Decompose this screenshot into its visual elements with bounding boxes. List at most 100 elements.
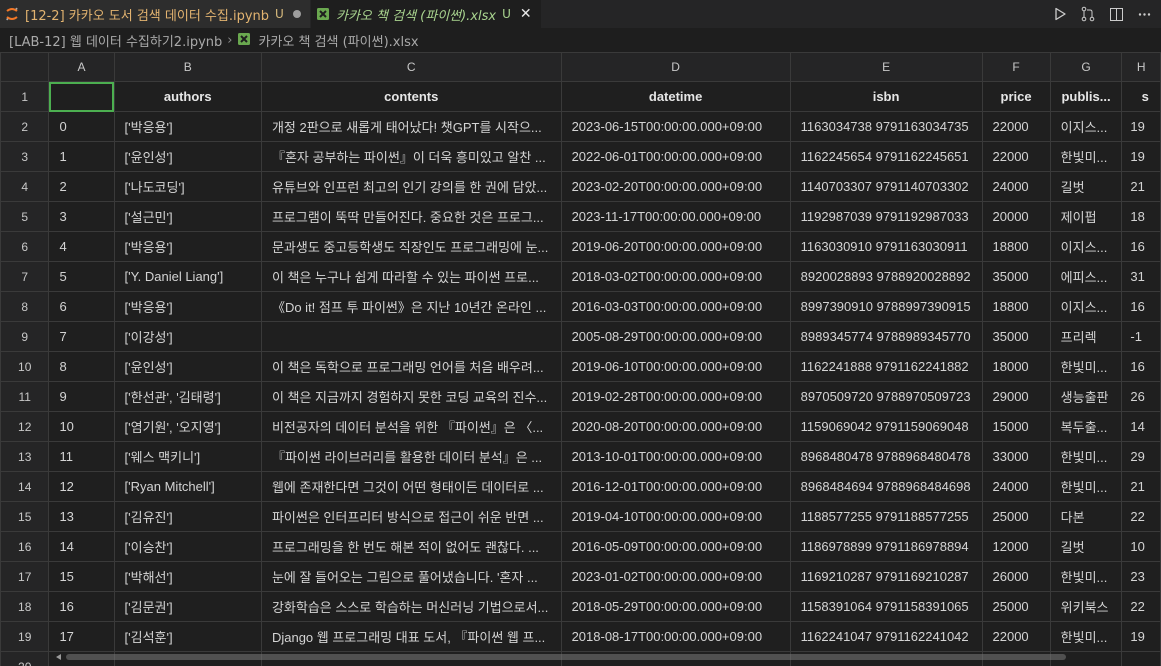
publisher-cell[interactable]: 에피스... bbox=[1049, 261, 1123, 292]
authors-cell[interactable]: ['이강성'] bbox=[113, 321, 262, 352]
authors-cell[interactable]: ['김유진'] bbox=[113, 501, 262, 532]
price-cell[interactable]: 22000 bbox=[981, 111, 1051, 142]
index-cell[interactable]: 3 bbox=[48, 201, 115, 232]
row-number[interactable]: 2 bbox=[0, 111, 50, 142]
sale-price-cell[interactable]: 18 bbox=[1121, 201, 1161, 232]
datetime-cell[interactable]: 2019-06-10T00:00:00.000+09:00 bbox=[560, 351, 791, 382]
contents-cell[interactable]: 문과생도 중고등학생도 직장인도 프로그래밍에 눈... bbox=[260, 231, 562, 262]
isbn-cell[interactable]: 8920028893 9788920028892 bbox=[789, 261, 983, 292]
contents-cell[interactable]: 강화학습은 스스로 학습하는 머신러닝 기법으로서... bbox=[260, 591, 562, 622]
datetime-cell[interactable]: 2005-08-29T00:00:00.000+09:00 bbox=[560, 321, 791, 352]
publisher-cell[interactable]: 생능출판 bbox=[1049, 381, 1123, 412]
compare-changes-icon[interactable] bbox=[1077, 3, 1099, 25]
index-cell[interactable]: 2 bbox=[48, 171, 115, 202]
row-number[interactable]: 3 bbox=[0, 141, 50, 172]
row-number[interactable]: 1 bbox=[0, 81, 50, 112]
authors-cell[interactable]: ['나도코딩'] bbox=[113, 171, 262, 202]
row-number[interactable]: 14 bbox=[0, 471, 50, 502]
isbn-cell[interactable]: 1169210287 9791169210287 bbox=[789, 561, 983, 592]
datetime-cell[interactable]: 2013-10-01T00:00:00.000+09:00 bbox=[560, 441, 791, 472]
spreadsheet-view[interactable]: A B C D E F G H 1 authors contents datet… bbox=[0, 52, 1161, 666]
publisher-cell[interactable]: 한빛미... bbox=[1049, 441, 1123, 472]
scrollbar-thumb[interactable] bbox=[66, 654, 1066, 660]
authors-cell[interactable]: ['김문권'] bbox=[113, 591, 262, 622]
authors-cell[interactable]: ['박응용'] bbox=[113, 291, 262, 322]
sale-price-cell[interactable]: 19 bbox=[1121, 111, 1161, 142]
publisher-cell[interactable]: 제이펍 bbox=[1049, 201, 1123, 232]
index-cell[interactable]: 0 bbox=[48, 111, 115, 142]
isbn-cell[interactable]: 8968480478 9788968480478 bbox=[789, 441, 983, 472]
row-number[interactable]: 20 bbox=[0, 651, 50, 666]
column-letter[interactable]: F bbox=[981, 52, 1051, 82]
index-cell[interactable]: 8 bbox=[48, 351, 115, 382]
datetime-cell[interactable]: 2019-04-10T00:00:00.000+09:00 bbox=[560, 501, 791, 532]
index-cell[interactable]: 10 bbox=[48, 411, 115, 442]
header-cell[interactable]: s bbox=[1121, 81, 1161, 112]
row-number[interactable]: 17 bbox=[0, 561, 50, 592]
publisher-cell[interactable]: 이지스... bbox=[1049, 231, 1123, 262]
sale-price-cell[interactable]: 16 bbox=[1121, 351, 1161, 382]
split-editor-icon[interactable] bbox=[1105, 3, 1127, 25]
authors-cell[interactable]: ['김석훈'] bbox=[113, 621, 262, 652]
column-letter[interactable]: C bbox=[260, 52, 562, 82]
row-number[interactable]: 5 bbox=[0, 201, 50, 232]
index-cell[interactable]: 16 bbox=[48, 591, 115, 622]
isbn-cell[interactable]: 1162241888 9791162241882 bbox=[789, 351, 983, 382]
index-cell[interactable]: 17 bbox=[48, 621, 115, 652]
price-cell[interactable]: 24000 bbox=[981, 471, 1051, 502]
price-cell[interactable]: 25000 bbox=[981, 591, 1051, 622]
row-number[interactable]: 18 bbox=[0, 591, 50, 622]
contents-cell[interactable]: 웹에 존재한다면 그것이 어떤 형태이든 데이터로 ... bbox=[260, 471, 562, 502]
row-number[interactable]: 12 bbox=[0, 411, 50, 442]
index-cell[interactable]: 1 bbox=[48, 141, 115, 172]
datetime-cell[interactable]: 2019-06-20T00:00:00.000+09:00 bbox=[560, 231, 791, 262]
isbn-cell[interactable]: 1162245654 9791162245651 bbox=[789, 141, 983, 172]
sale-price-cell[interactable]: 29 bbox=[1121, 441, 1161, 472]
datetime-cell[interactable]: 2018-03-02T00:00:00.000+09:00 bbox=[560, 261, 791, 292]
price-cell[interactable]: 22000 bbox=[981, 621, 1051, 652]
index-cell[interactable]: 9 bbox=[48, 381, 115, 412]
header-cell[interactable]: contents bbox=[260, 81, 562, 112]
publisher-cell[interactable]: 프리렉 bbox=[1049, 321, 1123, 352]
isbn-cell[interactable]: 8970509720 9788970509723 bbox=[789, 381, 983, 412]
row-number[interactable]: 19 bbox=[0, 621, 50, 652]
authors-cell[interactable]: ['웨스 맥키니'] bbox=[113, 441, 262, 472]
tab-excel[interactable]: 카카오 책 검색 (파이썬).xlsx U ✕ bbox=[311, 0, 541, 28]
index-cell[interactable]: 14 bbox=[48, 531, 115, 562]
row-number[interactable]: 16 bbox=[0, 531, 50, 562]
datetime-cell[interactable]: 2016-12-01T00:00:00.000+09:00 bbox=[560, 471, 791, 502]
publisher-cell[interactable]: 복두출... bbox=[1049, 411, 1123, 442]
isbn-cell[interactable]: 1162241047 9791162241042 bbox=[789, 621, 983, 652]
authors-cell[interactable]: ['박해선'] bbox=[113, 561, 262, 592]
isbn-cell[interactable]: 1188577255 9791188577255 bbox=[789, 501, 983, 532]
sale-price-cell[interactable]: 10 bbox=[1121, 531, 1161, 562]
publisher-cell[interactable]: 다본 bbox=[1049, 501, 1123, 532]
publisher-cell[interactable]: 길벗 bbox=[1049, 171, 1123, 202]
sale-price-cell[interactable]: 19 bbox=[1121, 621, 1161, 652]
scroll-left-arrow-icon[interactable] bbox=[56, 654, 61, 660]
row-number[interactable]: 9 bbox=[0, 321, 50, 352]
isbn-cell[interactable]: 1192987039 9791192987033 bbox=[789, 201, 983, 232]
row-number[interactable]: 13 bbox=[0, 441, 50, 472]
run-icon[interactable] bbox=[1049, 3, 1071, 25]
header-cell[interactable]: datetime bbox=[560, 81, 791, 112]
price-cell[interactable]: 12000 bbox=[981, 531, 1051, 562]
index-cell[interactable]: 7 bbox=[48, 321, 115, 352]
sale-price-cell[interactable]: 22 bbox=[1121, 501, 1161, 532]
column-letter[interactable]: H bbox=[1121, 52, 1161, 82]
price-cell[interactable]: 29000 bbox=[981, 381, 1051, 412]
unsaved-dot-icon[interactable] bbox=[292, 10, 301, 18]
isbn-cell[interactable]: 1163034738 9791163034735 bbox=[789, 111, 983, 142]
price-cell[interactable]: 35000 bbox=[981, 261, 1051, 292]
sale-price-cell[interactable]: 19 bbox=[1121, 141, 1161, 172]
sale-price-cell[interactable]: 16 bbox=[1121, 291, 1161, 322]
row-number[interactable]: 10 bbox=[0, 351, 50, 382]
price-cell[interactable]: 35000 bbox=[981, 321, 1051, 352]
datetime-cell[interactable]: 2016-03-03T00:00:00.000+09:00 bbox=[560, 291, 791, 322]
authors-cell[interactable]: ['윤인성'] bbox=[113, 141, 262, 172]
row-number[interactable]: 4 bbox=[0, 171, 50, 202]
isbn-cell[interactable]: 8968484694 9788968484698 bbox=[789, 471, 983, 502]
row-number[interactable]: 6 bbox=[0, 231, 50, 262]
datetime-cell[interactable]: 2023-06-15T00:00:00.000+09:00 bbox=[560, 111, 791, 142]
tab-notebook[interactable]: [12-2] 카카오 도서 검색 데이터 수집.ipynb U bbox=[0, 0, 311, 28]
